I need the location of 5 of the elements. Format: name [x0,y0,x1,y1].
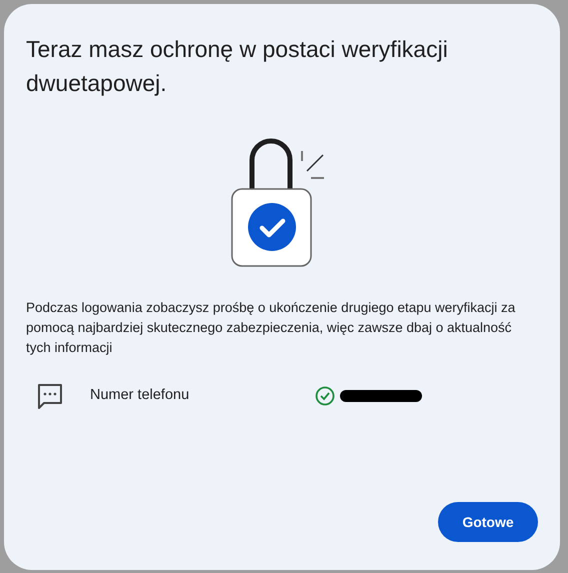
dialog-title: Teraz masz ochronę w postaci weryfikacji dwuetapowej. [26,35,449,98]
description-text: Podczas logowania zobaczysz prośbę o ukończenie drugiego etapu weryfikacji za pomocą najbardziej skutecznego zabezpieczenia, więc zawsze dbaj o aktualność tych informacji [26,299,516,357]
message-icon [36,382,64,410]
done-button[interactable]: Gotowe [438,502,538,542]
method-label: Numer telefonu [90,386,190,406]
